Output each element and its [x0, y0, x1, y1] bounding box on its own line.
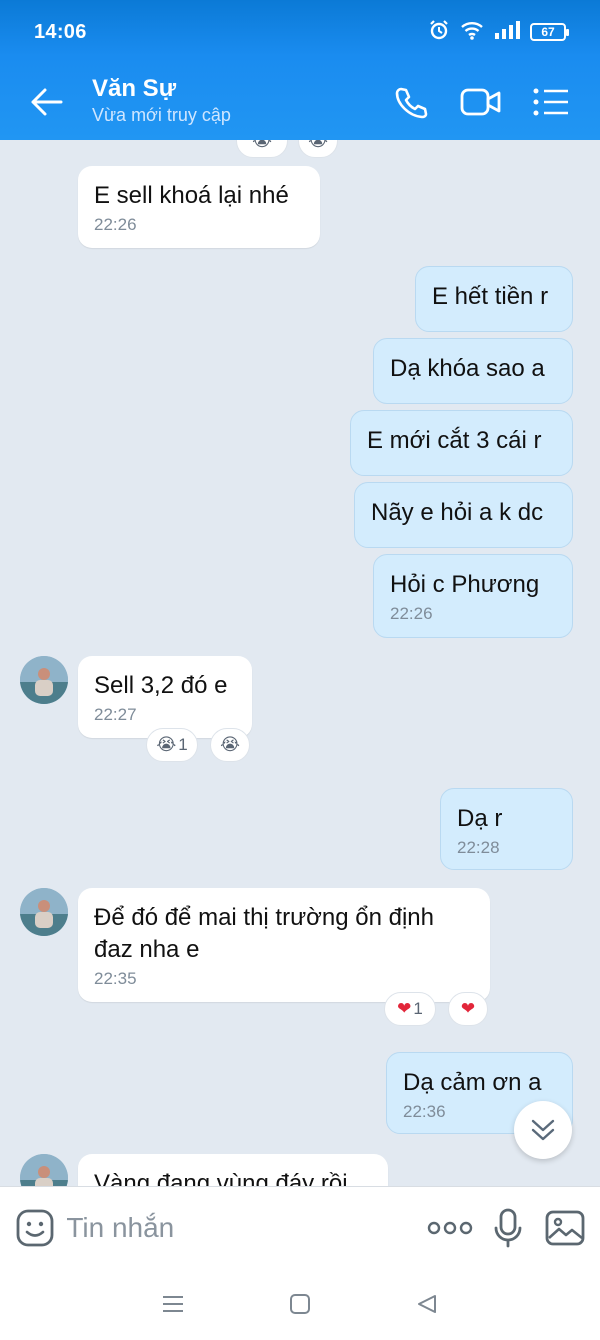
contact-name: Văn Sự: [92, 74, 177, 102]
outgoing-message[interactable]: Dạ khóa sao a: [373, 338, 573, 404]
contact-status: Vừa mới truy cập: [92, 104, 231, 125]
message-text: E hết tiền r: [432, 283, 549, 310]
list-icon: [533, 88, 568, 116]
signal-icon: [494, 20, 520, 44]
message-time: 22:27: [94, 705, 137, 724]
message-text: Dạ khóa sao a: [390, 355, 545, 382]
heart-icon: ❤: [460, 999, 476, 1018]
message-time: 22:28: [457, 838, 500, 857]
home-button[interactable]: [270, 1274, 330, 1334]
outgoing-message[interactable]: Nãy e hỏi a k dc: [354, 482, 573, 548]
message-input[interactable]: [56, 1211, 428, 1244]
crying-emoji-icon: 😭: [156, 735, 177, 754]
more-options-button[interactable]: [427, 1200, 473, 1256]
scroll-to-bottom-button[interactable]: [514, 1101, 572, 1159]
chat-header: Văn Sự Vừa mới truy cập: [0, 64, 600, 140]
message-text: E mới cắt 3 cái r: [367, 427, 542, 454]
outgoing-message[interactable]: E hết tiền r: [415, 266, 573, 332]
status-bar: 14:06 67: [0, 0, 600, 64]
reaction-badge[interactable]: 😭 1: [146, 728, 198, 762]
reaction-button[interactable]: ❤: [448, 992, 488, 1026]
phone-icon: [395, 87, 428, 119]
voice-button[interactable]: [487, 1200, 529, 1256]
reaction-badge[interactable]: 😭: [236, 140, 288, 158]
message-text: Dạ r: [457, 805, 503, 832]
square-icon: [289, 1294, 310, 1314]
recent-apps-button[interactable]: [143, 1274, 203, 1334]
incoming-message[interactable]: Sell 3,2 đó e 22:27: [78, 656, 252, 738]
outgoing-message[interactable]: E mới cắt 3 cái r: [350, 410, 573, 476]
menu-button[interactable]: [516, 70, 586, 134]
wifi-icon: [460, 20, 484, 45]
reaction-button[interactable]: 😭: [298, 140, 338, 158]
triangle-back-icon: [417, 1295, 436, 1313]
heart-icon: ❤: [397, 999, 412, 1018]
incoming-message[interactable]: Vàng đang vùng đáy rồi: [78, 1154, 388, 1186]
back-button[interactable]: [14, 70, 78, 134]
message-text: Sell 3,2 đó e: [94, 672, 228, 699]
message-list[interactable]: 😭 😭 E sell khoá lại nhé 22:26 E hết tiền…: [0, 140, 600, 1186]
avatar[interactable]: [20, 656, 68, 704]
video-call-button[interactable]: [446, 70, 516, 134]
message-text: Để đó để mai thị trường ổn định đaz nha …: [94, 904, 434, 963]
system-back-button[interactable]: [397, 1274, 457, 1334]
image-button[interactable]: [544, 1200, 586, 1256]
incoming-message[interactable]: Để đó để mai thị trường ổn định đaz nha …: [78, 888, 490, 1002]
message-text: E sell khoá lại nhé: [94, 182, 289, 209]
arrow-left-icon: [31, 88, 63, 116]
outgoing-message[interactable]: Hỏi c Phương 22:26: [373, 554, 573, 638]
microphone-icon: [495, 1208, 522, 1247]
message-input-bar: [0, 1186, 600, 1268]
top-bar: 14:06 67 Văn Sự Vừa mới truy cập: [0, 0, 600, 140]
status-icons: 67: [428, 19, 569, 46]
video-icon: [460, 88, 501, 116]
outgoing-message[interactable]: Dạ r 22:28: [440, 788, 573, 870]
crying-emoji-icon: 😭: [308, 140, 328, 150]
status-time: 14:06: [34, 20, 87, 43]
message-time: 22:35: [94, 969, 137, 988]
system-navigation-bar: [0, 1268, 600, 1340]
reaction-count: 1: [178, 735, 188, 754]
reaction-button[interactable]: 😭: [210, 728, 250, 762]
message-text: Dạ cảm ơn a: [403, 1069, 542, 1096]
crying-emoji-icon: 😭: [220, 735, 240, 754]
message-text: Nãy e hỏi a k dc: [371, 499, 544, 526]
crying-emoji-icon: 😭: [252, 140, 272, 150]
menu-lines-icon: [163, 1296, 184, 1312]
reaction-count: 1: [413, 999, 423, 1018]
message-text: Vàng đang vùng đáy rồi: [94, 1170, 348, 1186]
message-text: Hỏi c Phương: [390, 571, 540, 598]
alarm-icon: [428, 19, 450, 46]
more-dots-icon: [428, 1221, 473, 1234]
avatar[interactable]: [20, 1154, 68, 1186]
contact-info[interactable]: Văn Sự Vừa mới truy cập: [78, 75, 376, 126]
message-time: 22:26: [390, 604, 433, 623]
double-chevron-down-icon: [531, 1119, 555, 1141]
sticker-button[interactable]: [14, 1200, 56, 1256]
sticker-icon: [16, 1209, 54, 1246]
message-time: 22:26: [94, 215, 137, 234]
incoming-message[interactable]: E sell khoá lại nhé 22:26: [78, 166, 320, 248]
avatar[interactable]: [20, 888, 68, 936]
call-button[interactable]: [376, 70, 446, 134]
battery-icon: 67: [530, 23, 569, 41]
image-icon: [545, 1210, 585, 1245]
reaction-badge[interactable]: ❤ 1: [384, 992, 436, 1026]
